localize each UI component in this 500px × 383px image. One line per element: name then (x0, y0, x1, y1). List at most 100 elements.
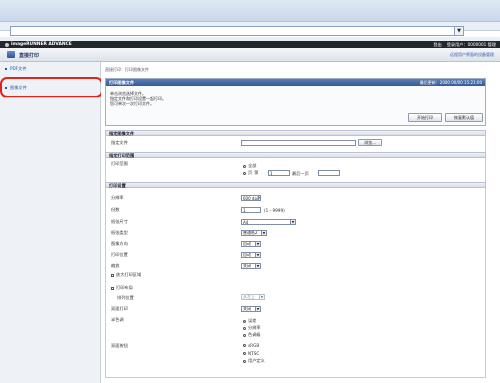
info-panel: 打印图像文件 最后更新：2000 00/00 15:21:00 单击浏览选择文件… (105, 78, 486, 126)
halftone-option[interactable]: 误差 (243, 318, 256, 324)
duplex-label: 双面打印 (111, 306, 128, 311)
file-path-input[interactable] (241, 140, 356, 146)
print-position-select[interactable]: 自动 ▼ (241, 252, 261, 258)
paper-size-label: 纸张尺寸 (111, 219, 128, 224)
range-from-input[interactable]: 1 (268, 170, 290, 176)
chevron-down-icon: ▼ (261, 231, 266, 235)
paper-type-select[interactable]: 普通纸2 ▼ (241, 230, 267, 236)
range-pages-label: 页 (248, 170, 253, 175)
section-title: 指定打印范围 (109, 153, 135, 158)
chevron-down-icon: ▼ (255, 253, 260, 257)
brand-logo: imageRUNNER ADVANCE (5, 42, 72, 47)
direct-print-icon (7, 51, 15, 58)
layout-option[interactable]: 打印布局 (111, 285, 133, 291)
radio-icon[interactable] (243, 319, 246, 323)
breadcrumb: 直接打印：打印图像文件 (105, 67, 149, 72)
range-all-option[interactable]: 全部 (243, 163, 256, 169)
halftone-option[interactable]: 色调级 (243, 332, 261, 338)
color-mode-option-label: NTSC (248, 351, 260, 356)
layout-label: 打印布局 (116, 285, 133, 290)
section-print-settings: 打印设置 (105, 182, 486, 188)
paper-size-value: A4 (243, 219, 249, 225)
sidebar (0, 62, 101, 383)
section-print-range: 指定打印范围 (105, 152, 486, 158)
app-header: 直接打印 远程用户界面的设备管理 (0, 48, 500, 62)
range-pages-option[interactable]: 页 第 (243, 170, 258, 176)
selection-highlight (0, 77, 103, 98)
address-bar[interactable]: ▼ (10, 26, 464, 36)
panel-line: 您可单次一次打印文件。 (110, 101, 154, 106)
print-position-value: 自动 (243, 252, 251, 257)
order-value: 从左上 (243, 294, 255, 299)
range-to-label: 最后一页 (292, 171, 309, 176)
last-updated: 最后更新：2000 00/00 15:21:00 (419, 80, 482, 85)
chevron-down-icon: ▼ (255, 264, 260, 268)
checkbox-icon[interactable] (111, 273, 114, 277)
chevron-down-icon: ▼ (258, 196, 260, 200)
browse-button[interactable]: 浏览... (358, 139, 382, 146)
copies-hint: (1 - 9999) (264, 208, 285, 213)
range-from-label: 第 (254, 170, 259, 175)
start-print-button[interactable]: 开始打印 (408, 113, 442, 122)
file-label: 指定文件 (111, 140, 128, 145)
order-label: 排列位置 (117, 295, 134, 300)
duplex-value: 关闭 (243, 306, 251, 311)
radio-icon[interactable] (243, 333, 246, 337)
orientation-value: 自动 (243, 241, 251, 246)
color-mode-option[interactable]: sRGB (243, 343, 259, 348)
order-select[interactable]: 从左上 ▼ (241, 294, 265, 300)
chevron-down-icon: ▼ (290, 220, 295, 224)
radio-icon[interactable] (243, 171, 246, 175)
print-position-label: 打印位置 (111, 252, 128, 257)
color-mode-option[interactable]: 用户定义 (243, 358, 265, 364)
panel-header: 打印图像文件 最后更新：2000 00/00 15:21:00 (106, 79, 485, 86)
restore-defaults-button[interactable]: 恢复默认值 (445, 113, 483, 122)
range-to-input[interactable] (318, 170, 340, 176)
paper-size-select[interactable]: A4 ▼ (241, 219, 296, 225)
resolution-label: 分辨率 (111, 195, 124, 200)
radio-icon[interactable] (243, 326, 246, 330)
range-all-label: 全部 (248, 163, 257, 168)
halftone-option-label: 误差 (248, 318, 257, 323)
section-title: 打印设置 (109, 183, 126, 188)
browser-toolbar (0, 0, 500, 22)
sidebar-divider (5, 97, 99, 98)
copies-input[interactable]: 1 (241, 207, 261, 213)
zoom-select[interactable]: 关闭 ▼ (241, 263, 261, 269)
resolution-select[interactable]: 600 dpi ▼ (241, 195, 261, 201)
halftone-option[interactable]: 分辨率 (243, 325, 261, 331)
orientation-select[interactable]: 自动 ▼ (241, 241, 261, 247)
paper-type-value: 普通纸2 (243, 230, 258, 235)
sidebar-item-pdf[interactable]: PDF文件 (5, 66, 27, 72)
orientation-label: 图像方向 (111, 241, 128, 246)
checkbox-icon[interactable] (111, 286, 114, 290)
color-mode-option[interactable]: NTSC (243, 351, 259, 356)
radio-icon[interactable] (243, 164, 246, 168)
canon-logo-icon (5, 42, 9, 47)
device-header: imageRUNNER ADVANCE 登出 登录用户：0000001 管理 (0, 41, 500, 48)
section-specify-file: 指定图像文件 (105, 130, 486, 136)
radio-icon[interactable] (243, 352, 246, 355)
chevron-down-icon: ▼ (255, 242, 260, 246)
form-frame (105, 130, 486, 378)
app-title: 直接打印 (19, 53, 40, 59)
color-mode-label: 双面按钮 (111, 343, 128, 348)
brand-name: imageRUNNER ADVANCE (11, 42, 72, 47)
bullet-icon (5, 68, 7, 70)
radio-icon[interactable] (243, 359, 246, 363)
device-management-link[interactable]: 远程用户界面的设备管理 (450, 52, 494, 58)
enlarge-area-option[interactable]: 放大打印区域 (111, 272, 141, 278)
enlarge-area-label: 放大打印区域 (116, 272, 142, 277)
panel-title: 打印图像文件 (109, 80, 135, 85)
paper-type-label: 纸张类型 (111, 230, 128, 235)
radio-icon[interactable] (243, 344, 246, 347)
zoom-label: 缩放 (111, 263, 120, 268)
chevron-down-icon: ▼ (259, 295, 264, 299)
color-mode-option-label: 用户定义 (248, 358, 265, 363)
range-label: 打印范围 (111, 161, 128, 166)
zoom-value: 关闭 (243, 263, 251, 268)
halftone-option-label: 分辨率 (248, 325, 261, 330)
duplex-select[interactable]: 关闭 ▼ (241, 306, 261, 312)
chevron-down-icon[interactable]: ▼ (454, 27, 463, 35)
copies-label: 份数 (111, 207, 120, 212)
